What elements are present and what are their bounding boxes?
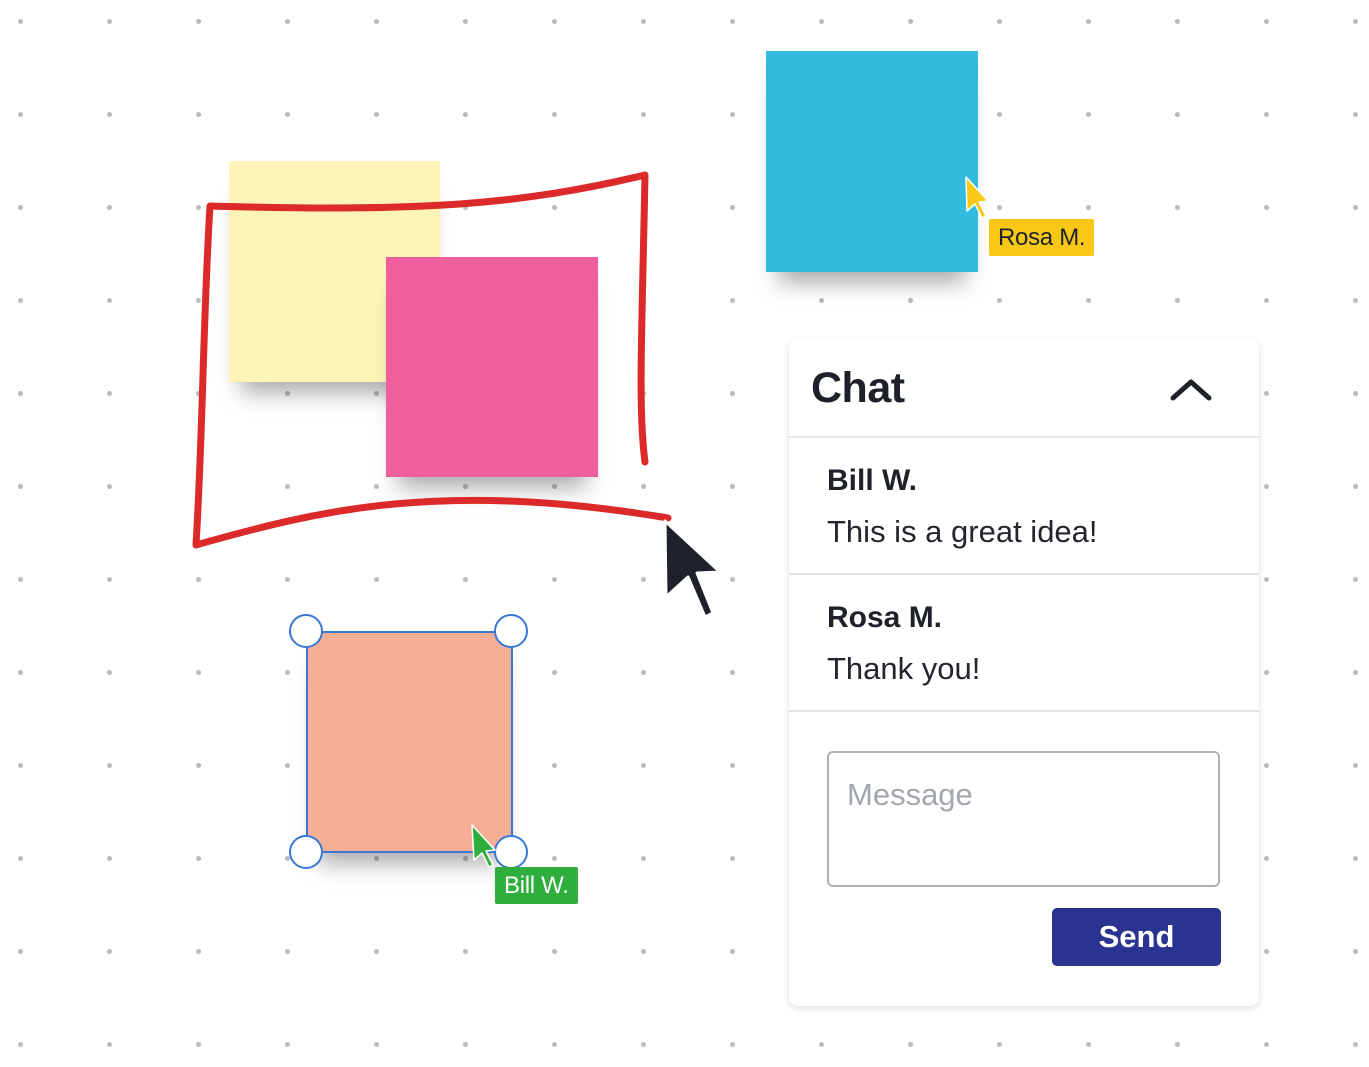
whiteboard-canvas[interactable]: Rosa M. Bill W. Chat Bill W. This is a g…	[0, 0, 1369, 1067]
arrow-cursor-icon	[663, 519, 722, 619]
resize-handle-bottom-left[interactable]	[289, 835, 323, 869]
sticky-note-pink[interactable]	[386, 257, 598, 477]
chat-message-author: Bill W.	[827, 464, 917, 497]
resize-handle-top-left[interactable]	[289, 614, 323, 648]
message-input[interactable]	[827, 751, 1220, 887]
chat-collapse-button[interactable]	[1167, 367, 1215, 411]
sticky-note-blue[interactable]	[766, 51, 978, 272]
selection-frame	[306, 631, 513, 853]
chat-message-text: Thank you!	[827, 651, 981, 686]
chat-message: Bill W. This is a great idea!	[789, 438, 1259, 575]
chevron-up-icon	[1170, 379, 1212, 401]
chat-message: Rosa M. Thank you!	[789, 575, 1259, 712]
collaborator-label-bill: Bill W.	[495, 867, 578, 904]
chat-header: Chat	[789, 339, 1259, 438]
chat-message-author: Rosa M.	[827, 601, 943, 634]
collaborator-label-rosa: Rosa M.	[989, 219, 1095, 256]
send-button[interactable]: Send	[1052, 908, 1221, 966]
chat-panel: Chat Bill W. This is a great idea! Rosa …	[789, 339, 1259, 1006]
resize-handle-top-right[interactable]	[494, 614, 528, 648]
chat-title: Chat	[811, 364, 905, 412]
resize-handle-bottom-right[interactable]	[494, 835, 528, 869]
chat-message-text: This is a great idea!	[827, 514, 1098, 549]
